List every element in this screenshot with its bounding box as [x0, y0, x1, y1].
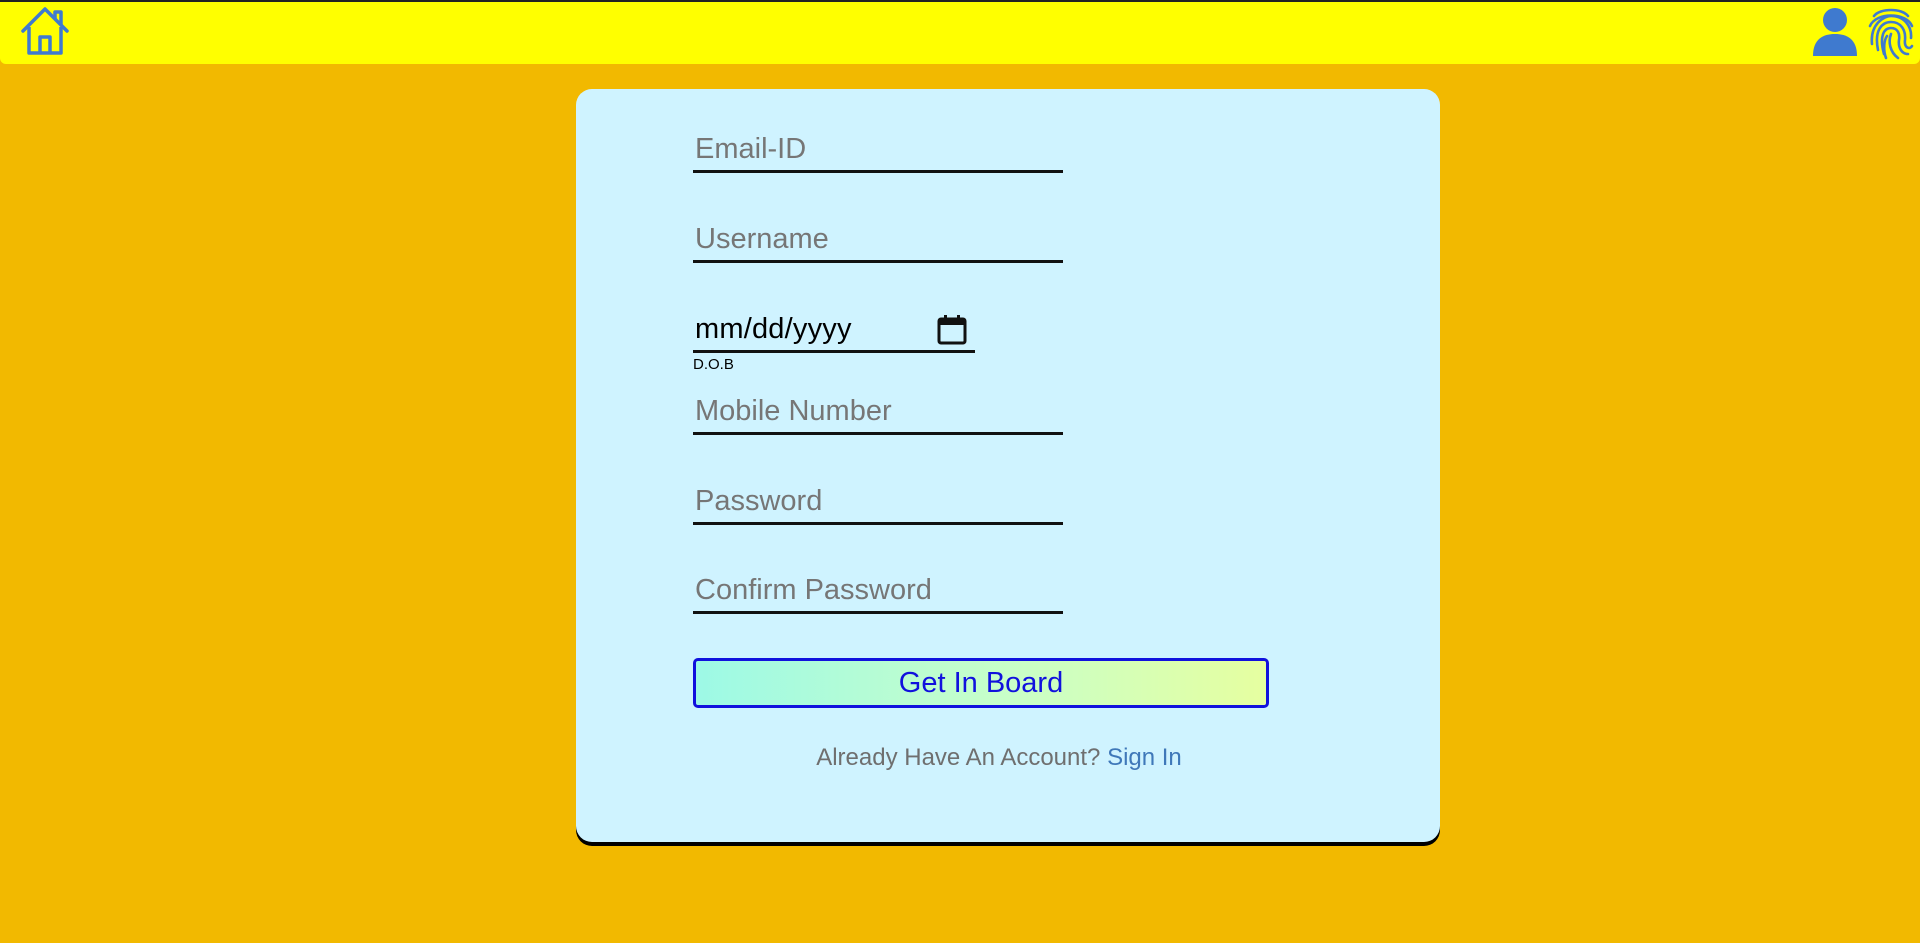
signin-prompt-row: Already Have An Account? Sign In	[576, 744, 1440, 772]
dob-date-text: mm/dd/yyyy	[695, 313, 852, 345]
home-icon	[21, 7, 69, 55]
calendar-icon[interactable]	[936, 314, 968, 346]
dob-label: D.O.B	[693, 356, 734, 373]
fingerprint-button[interactable]	[1866, 4, 1916, 60]
password-field[interactable]	[693, 481, 1063, 525]
home-button[interactable]	[18, 4, 74, 58]
get-in-board-button[interactable]: Get In Board	[693, 658, 1269, 708]
mobile-number-field[interactable]	[693, 391, 1063, 435]
account-prompt-text: Already Have An Account?	[816, 744, 1101, 771]
fingerprint-icon	[1868, 8, 1914, 60]
confirm-password-field[interactable]	[693, 570, 1063, 614]
user-icon	[1813, 8, 1857, 56]
email-field[interactable]	[693, 129, 1063, 173]
user-profile-button[interactable]	[1810, 6, 1860, 58]
top-navbar	[0, 0, 1920, 64]
username-field[interactable]	[693, 219, 1063, 263]
dob-date-field[interactable]: mm/dd/yyyy	[693, 307, 975, 353]
sign-in-link[interactable]: Sign In	[1107, 744, 1182, 771]
signup-card: mm/dd/yyyy D.O.B Get In Board Already Ha…	[576, 89, 1440, 842]
